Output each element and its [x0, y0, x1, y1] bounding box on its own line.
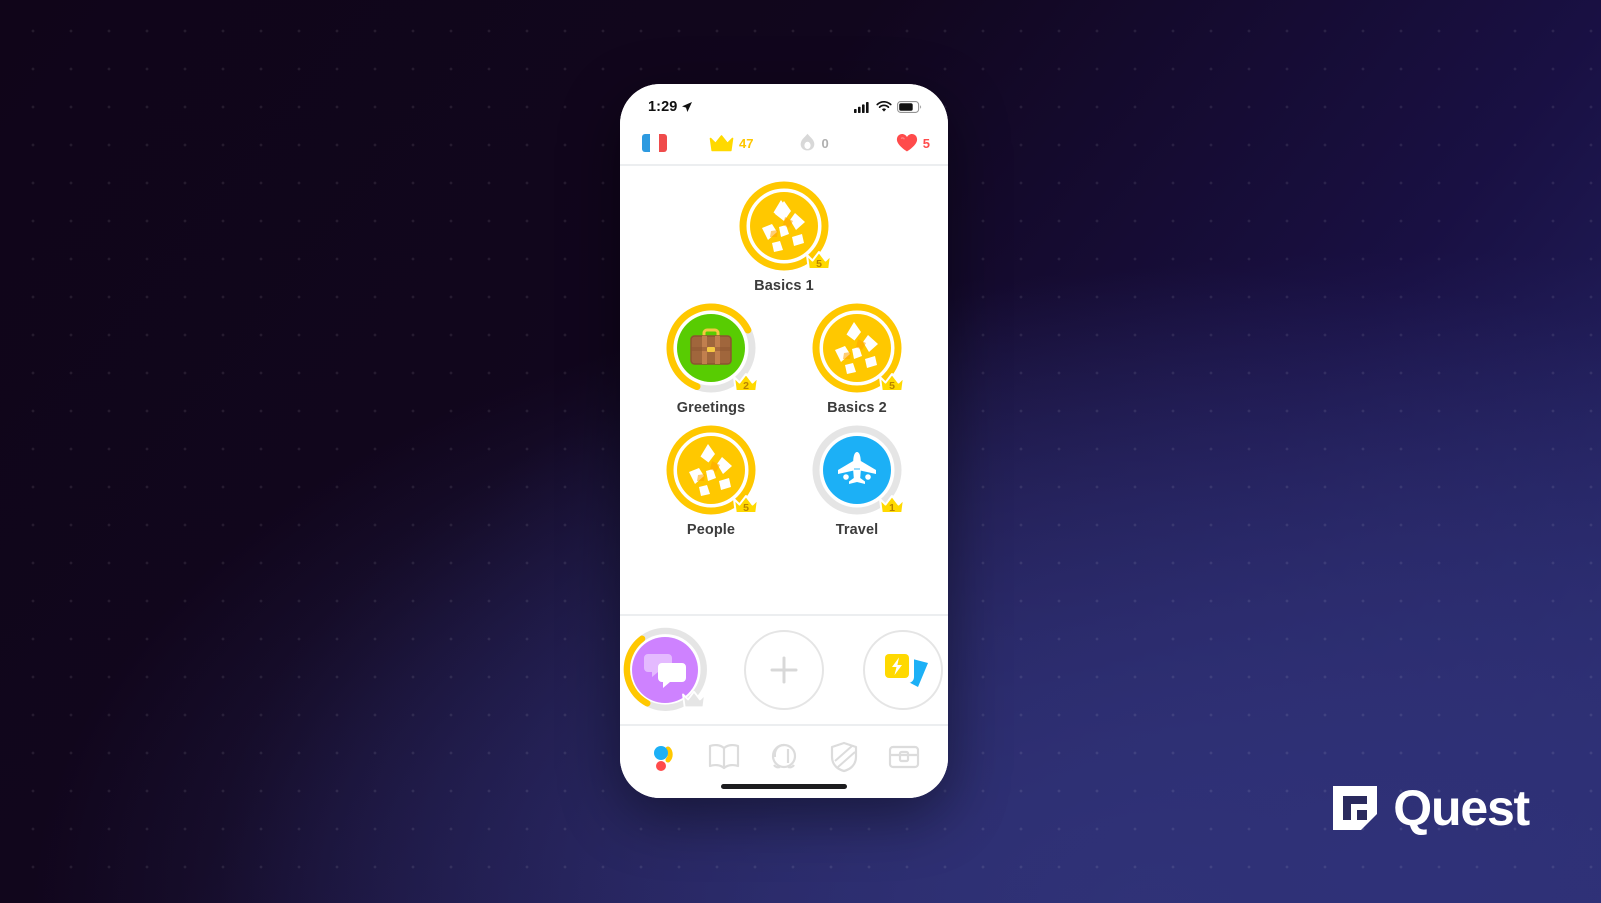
- crown-badge: 5: [731, 492, 761, 516]
- skill-row: 5 Basics 1: [620, 178, 948, 294]
- skill-travel[interactable]: 1 Travel: [801, 422, 913, 538]
- crown-icon: [709, 134, 734, 151]
- stats-bar: 47 0 5: [620, 124, 948, 166]
- crown-badge-count: 1: [889, 502, 895, 514]
- cracked-egg-icon: [830, 321, 884, 375]
- crown-badge-icon: [681, 690, 706, 709]
- crown-badge-count: 5: [889, 380, 895, 392]
- crown-badge-count: 5: [816, 258, 822, 270]
- shield-icon: [830, 741, 858, 773]
- sidebar-item-profile[interactable]: [761, 736, 807, 778]
- skill-label: Basics 2: [827, 400, 887, 416]
- crown-badge: [679, 686, 709, 710]
- skill-row: 2 Greetings 5 Basics 2: [620, 300, 948, 416]
- character-head-icon: [771, 743, 797, 769]
- skill-label: Basics 1: [754, 278, 814, 294]
- briefcase-icon: [690, 328, 732, 365]
- skill-greetings[interactable]: 2 Greetings: [655, 300, 767, 416]
- crown-badge: 5: [877, 370, 907, 394]
- phone-mockup: 1:29 47 0 5 5 Basics 1 2 Greetings 5 Bas…: [620, 84, 948, 798]
- status-bar-time-group: 1:29: [648, 99, 693, 115]
- hearts-counter[interactable]: 5: [896, 133, 930, 153]
- plus-icon: [770, 656, 798, 684]
- skill-label: People: [686, 522, 736, 538]
- location-arrow-icon: [682, 102, 693, 112]
- skill-ring-wrap: 5: [809, 300, 905, 396]
- skill-ring-wrap: 5: [736, 178, 832, 274]
- skill-ring-wrap: 2: [663, 300, 759, 396]
- battery-icon: [897, 101, 922, 113]
- streak-count: 0: [821, 135, 829, 151]
- hearts-count: 5: [922, 135, 930, 151]
- add-skill-circle: [744, 630, 824, 710]
- crown-badge: 5: [804, 248, 834, 272]
- quest-logo-mark: [1333, 786, 1378, 830]
- crown-badge: 1: [877, 492, 907, 516]
- skill-basics-2[interactable]: 5 Basics 2: [801, 300, 913, 416]
- language-flag-button[interactable]: [642, 134, 667, 152]
- french-flag-icon: [642, 134, 667, 152]
- sidebar-item-stories[interactable]: [701, 736, 747, 778]
- cellular-signal-icon: [854, 102, 869, 113]
- sidebar-item-leagues[interactable]: [821, 736, 867, 778]
- heart-icon: [896, 134, 917, 152]
- airplane-icon: [838, 452, 876, 484]
- skill-tree: 5 Basics 1 2 Greetings 5 Basics 2 5 Peop…: [620, 166, 948, 616]
- home-indicator: [721, 784, 847, 789]
- streak-flame-icon: [801, 133, 815, 150]
- skill-basics-1[interactable]: 5 Basics 1: [728, 178, 840, 294]
- status-bar: 1:29: [620, 84, 948, 124]
- skill-ring-wrap: 1: [809, 422, 905, 518]
- crown-count: 47: [739, 135, 754, 151]
- action-phrases-skill[interactable]: [620, 624, 711, 716]
- crown-badge-count: 2: [743, 380, 749, 392]
- status-bar-time: 1:29: [648, 99, 678, 115]
- status-bar-indicators: [854, 101, 922, 113]
- skill-people[interactable]: 5 People: [655, 422, 767, 538]
- cracked-egg-icon: [684, 443, 738, 497]
- action-add-skill-button[interactable]: [739, 624, 830, 716]
- sidebar-item-shop[interactable]: [881, 736, 927, 778]
- wifi-icon: [876, 101, 892, 112]
- crown-badge-count: 5: [743, 502, 749, 514]
- sidebar-item-learn[interactable]: [641, 736, 687, 778]
- treasure-chest-icon: [888, 745, 920, 769]
- crown-counter[interactable]: 47: [709, 134, 753, 153]
- cracked-egg-icon: [757, 199, 811, 253]
- book-icon: [708, 743, 740, 770]
- streak-counter[interactable]: 0: [799, 133, 829, 154]
- skill-label: Travel: [835, 522, 879, 538]
- action-row: [620, 616, 948, 726]
- quest-watermark: Quest: [1331, 779, 1530, 837]
- action-flashcards-button[interactable]: [857, 624, 948, 716]
- crown-badge: 2: [731, 370, 761, 394]
- skill-ring-wrap: 5: [663, 422, 759, 518]
- chat-bubbles-icon: [644, 654, 687, 688]
- flashcards-bolt-icon: [879, 649, 928, 687]
- skill-label: Greetings: [676, 400, 746, 416]
- duo-dots-icon: [654, 746, 673, 771]
- quest-wordmark: Quest: [1393, 780, 1530, 836]
- skill-row: 5 People 1 Travel: [620, 422, 948, 538]
